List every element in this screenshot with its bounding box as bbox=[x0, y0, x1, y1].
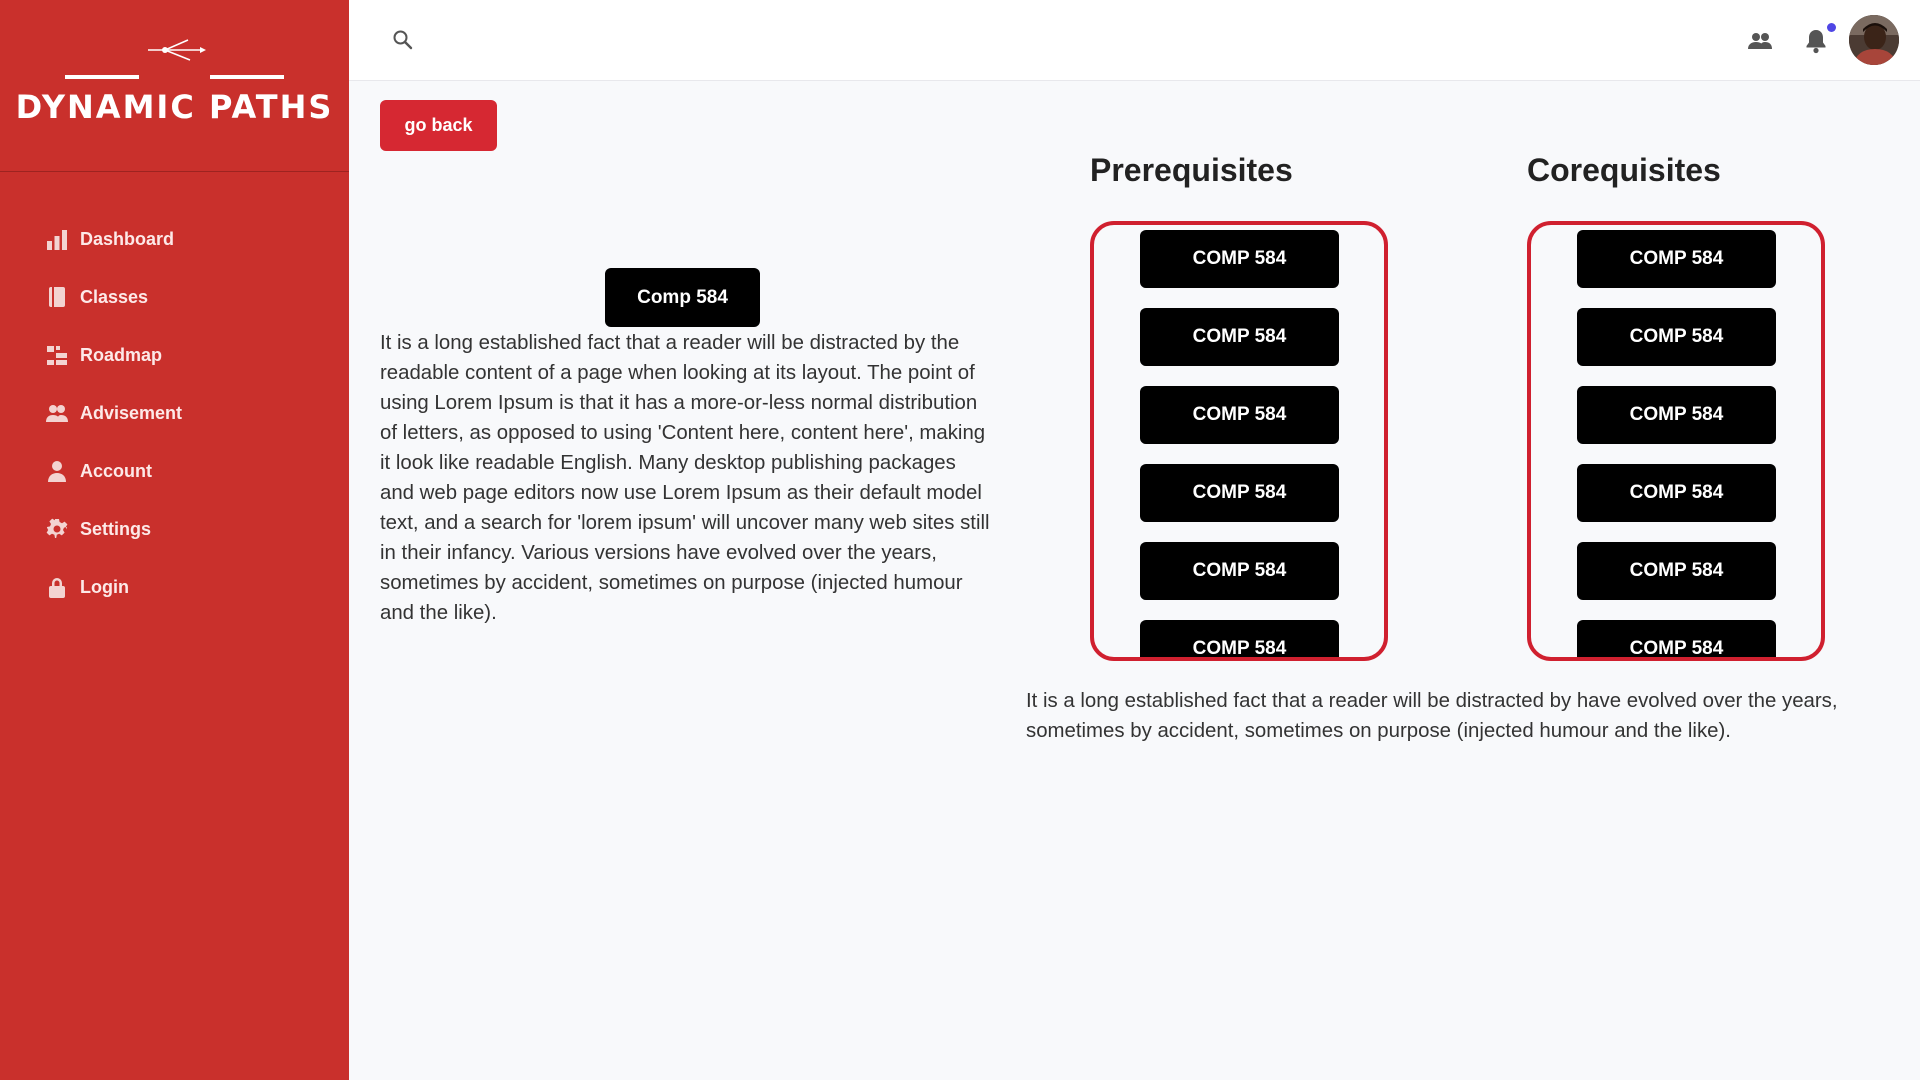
notification-dot bbox=[1827, 23, 1836, 32]
corequisites-title: Corequisites bbox=[1527, 152, 1721, 188]
corequisite-button[interactable]: COMP 584 bbox=[1577, 620, 1776, 657]
users-icon bbox=[46, 405, 68, 422]
go-back-button[interactable]: go back bbox=[380, 100, 497, 151]
prerequisite-button[interactable]: COMP 584 bbox=[1140, 230, 1339, 288]
sidebar-item-roadmap[interactable]: Roadmap bbox=[0, 326, 349, 384]
course-chip[interactable]: Comp 584 bbox=[605, 268, 760, 327]
sidebar-item-label: Dashboard bbox=[80, 228, 175, 249]
corequisite-button[interactable]: COMP 584 bbox=[1577, 308, 1776, 366]
roadmap-icon bbox=[47, 346, 67, 365]
brand-logo[interactable]: DYNAMIC PATHS bbox=[0, 0, 349, 172]
corequisite-button[interactable]: COMP 584 bbox=[1577, 464, 1776, 522]
corequisites-list[interactable]: COMP 584 COMP 584 COMP 584 COMP 584 COMP… bbox=[1527, 221, 1825, 661]
paths-logo-icon bbox=[65, 39, 284, 79]
sidebar-item-classes[interactable]: Classes bbox=[0, 268, 349, 326]
bell-icon[interactable] bbox=[1802, 27, 1830, 55]
prerequisite-button[interactable]: COMP 584 bbox=[1140, 386, 1339, 444]
sidebar-item-account[interactable]: Account bbox=[0, 442, 349, 500]
sidebar-item-label: Login bbox=[80, 576, 129, 597]
sidebar-item-dashboard[interactable]: Dashboard bbox=[0, 210, 349, 268]
sidebar-item-label: Classes bbox=[80, 286, 149, 307]
avatar-image bbox=[1849, 15, 1899, 65]
corequisite-button[interactable]: COMP 584 bbox=[1577, 230, 1776, 288]
prerequisite-button[interactable]: COMP 584 bbox=[1140, 620, 1339, 657]
topbar bbox=[349, 0, 1920, 81]
sidebar-item-label: Account bbox=[80, 460, 152, 481]
lock-icon bbox=[49, 578, 65, 598]
avatar[interactable] bbox=[1849, 15, 1899, 65]
sidebar-nav: Dashboard Classes Roadmap Advisement Acc… bbox=[0, 210, 349, 616]
sidebar-item-settings[interactable]: Settings bbox=[0, 500, 349, 558]
prerequisite-button[interactable]: COMP 584 bbox=[1140, 308, 1339, 366]
prerequisite-button[interactable]: COMP 584 bbox=[1140, 464, 1339, 522]
brand-name: DYNAMIC PATHS bbox=[15, 88, 334, 126]
sidebar-item-login[interactable]: Login bbox=[0, 558, 349, 616]
bar-chart-icon bbox=[47, 230, 67, 250]
user-icon bbox=[48, 461, 66, 482]
requisites-note: It is a long established fact that a rea… bbox=[1026, 690, 1838, 742]
sidebar-item-label: Roadmap bbox=[80, 344, 163, 365]
corequisite-button[interactable]: COMP 584 bbox=[1577, 542, 1776, 600]
sidebar-item-advisement[interactable]: Advisement bbox=[0, 384, 349, 442]
search-icon[interactable] bbox=[391, 28, 415, 52]
prerequisites-title: Prerequisites bbox=[1090, 152, 1293, 188]
book-icon bbox=[49, 287, 65, 307]
corequisite-button[interactable]: COMP 584 bbox=[1577, 386, 1776, 444]
prerequisites-list[interactable]: COMP 584 COMP 584 COMP 584 COMP 584 COMP… bbox=[1090, 221, 1388, 661]
gear-icon bbox=[46, 518, 68, 538]
sidebar-item-label: Advisement bbox=[80, 402, 183, 423]
prerequisite-button[interactable]: COMP 584 bbox=[1140, 542, 1339, 600]
users-icon[interactable] bbox=[1746, 27, 1774, 55]
sidebar-item-label: Settings bbox=[80, 518, 152, 539]
sidebar: DYNAMIC PATHS Dashboard Classes Roadmap … bbox=[0, 0, 349, 1080]
course-description: It is a long established fact that a rea… bbox=[380, 332, 990, 624]
